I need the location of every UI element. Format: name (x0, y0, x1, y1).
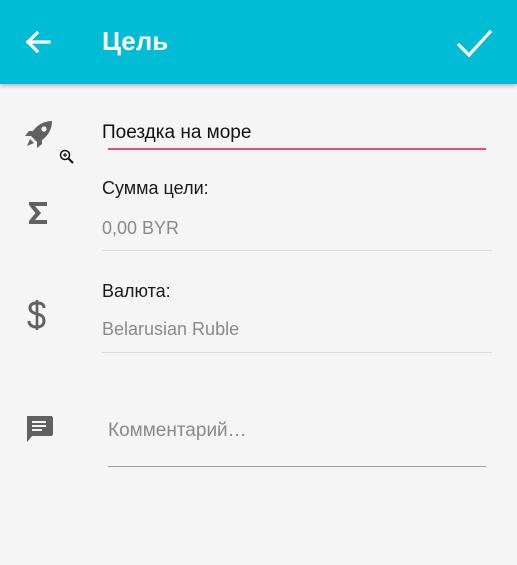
app-bar: Цель (0, 0, 517, 84)
amount-label: Сумма цели: (102, 178, 209, 198)
comment-icon (27, 416, 53, 442)
currency-label: Валюта: (102, 281, 171, 301)
amount-divider (102, 250, 492, 251)
back-button[interactable] (18, 22, 58, 62)
goal-name-input[interactable]: Поездка на море (102, 122, 251, 144)
page-title: Цель (102, 26, 169, 56)
confirm-button[interactable] (452, 22, 496, 66)
comment-underline (108, 466, 486, 467)
currency-divider (102, 352, 492, 353)
arrow-back-icon (25, 30, 51, 54)
rocket-icon (25, 121, 52, 148)
currency-value[interactable]: Belarusian Ruble (102, 319, 239, 340)
dollar-icon (27, 300, 46, 330)
zoom-in-icon (59, 149, 74, 164)
comment-input[interactable]: Комментарий… (108, 420, 247, 442)
amount-value[interactable]: 0,00 BYR (102, 218, 179, 239)
sigma-icon (29, 202, 47, 224)
check-icon (456, 29, 493, 58)
goal-name-underline (108, 148, 486, 150)
